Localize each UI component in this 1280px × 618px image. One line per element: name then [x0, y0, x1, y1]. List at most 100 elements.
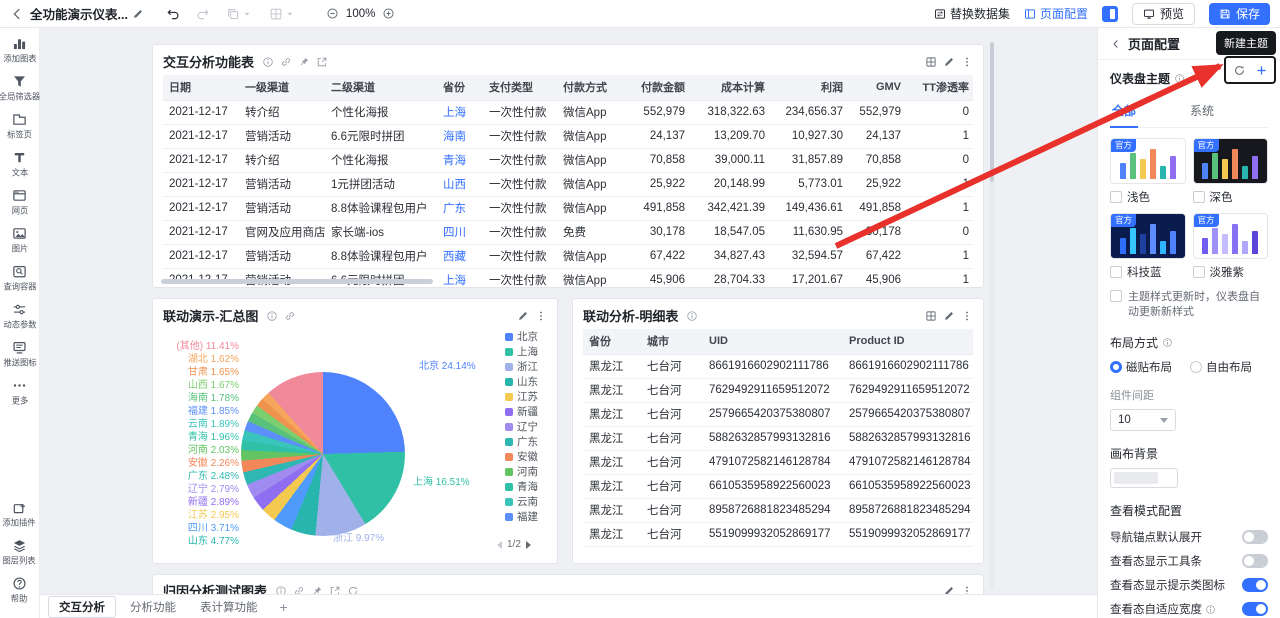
column-header[interactable]: 付款金额	[625, 75, 691, 100]
theme-card[interactable]: 官方浅色	[1110, 138, 1186, 205]
toggle-switch[interactable]	[1242, 554, 1268, 568]
chart-card-detail-table[interactable]: 联动分析-明细表 省份城市UIDProduct ID黑龙江七台河86619166…	[572, 298, 984, 564]
table-view-icon[interactable]	[925, 310, 937, 322]
sidebar-item-image[interactable]: 图片	[11, 226, 29, 255]
legend-item[interactable]: 河南	[505, 466, 538, 477]
refresh-theme-icon[interactable]	[1233, 64, 1246, 77]
tab-all[interactable]: 全部	[1110, 99, 1138, 128]
edit-chart-icon[interactable]	[943, 310, 955, 322]
replace-dataset-button[interactable]: 替换数据集	[934, 5, 1010, 22]
legend-next-icon[interactable]	[526, 541, 531, 549]
sidebar-item-layers[interactable]: 图层列表	[1, 538, 37, 567]
copy-icon[interactable]	[226, 7, 240, 21]
province-link[interactable]: 山西	[437, 172, 483, 196]
sidebar-item-web[interactable]: 网页	[11, 188, 29, 217]
legend-item[interactable]: 山东	[505, 376, 538, 387]
preview-button[interactable]: 预览	[1132, 3, 1195, 25]
save-button[interactable]: 保存	[1209, 3, 1270, 25]
tab-system[interactable]: 系统	[1188, 99, 1216, 127]
column-header[interactable]: 付款方式	[557, 75, 625, 100]
column-header[interactable]: 省份	[583, 329, 641, 354]
legend-item[interactable]: 新疆	[505, 406, 538, 417]
toggle-switch[interactable]	[1242, 578, 1268, 592]
column-header[interactable]: 二级渠道	[325, 75, 437, 100]
pie[interactable]	[241, 372, 405, 536]
link-icon[interactable]	[280, 56, 292, 68]
page-tab-3[interactable]: 表计算功能	[190, 597, 268, 617]
edit-chart-icon[interactable]	[943, 56, 955, 68]
undo-icon[interactable]	[166, 7, 180, 21]
legend-item[interactable]: 安徽	[505, 451, 538, 462]
chart-card-interactive-table[interactable]: 交互分析功能表 日期一级渠道二级渠道省份支付类型付款方式付款金额成本计算利润GM…	[152, 44, 984, 288]
sidebar-item-chart[interactable]: 添加图表	[2, 36, 38, 65]
add-theme-icon[interactable]	[1255, 64, 1268, 77]
zoom-in-icon[interactable]	[382, 7, 395, 20]
toggle-switch[interactable]	[1242, 602, 1268, 616]
legend-item[interactable]: 青海	[505, 481, 538, 492]
horizontal-scrollbar[interactable]	[161, 279, 433, 284]
province-link[interactable]: 青海	[437, 148, 483, 172]
link-icon[interactable]	[293, 585, 305, 595]
province-link[interactable]: 上海	[437, 100, 483, 124]
link-icon[interactable]	[284, 310, 296, 322]
auto-update-checkbox[interactable]	[1110, 290, 1122, 302]
province-link[interactable]: 西藏	[437, 244, 483, 268]
sidebar-item-params[interactable]: 动态参数	[2, 302, 38, 331]
column-header[interactable]: 省份	[437, 75, 483, 100]
legend-item[interactable]: 江苏	[505, 391, 538, 402]
theme-card[interactable]: 官方科技蓝	[1110, 213, 1186, 280]
column-header[interactable]: 日期	[163, 75, 239, 100]
sidebar-item-help[interactable]: 帮助	[10, 576, 28, 605]
legend-item[interactable]: 云南	[505, 496, 538, 507]
page-tab-2[interactable]: 分析功能	[120, 597, 186, 617]
edit-chart-icon[interactable]	[517, 310, 529, 322]
pin-icon[interactable]	[298, 56, 310, 68]
province-link[interactable]: 海南	[437, 124, 483, 148]
province-link[interactable]: 广东	[437, 196, 483, 220]
legend-item[interactable]: 辽宁	[505, 421, 538, 432]
refresh-icon[interactable]	[347, 585, 359, 595]
province-link[interactable]: 上海	[437, 268, 483, 287]
chart-card-attribution[interactable]: 归因分析测试图表	[152, 574, 984, 594]
column-header[interactable]: 城市	[641, 329, 703, 354]
more-icon[interactable]	[961, 56, 973, 68]
theme-card[interactable]: 官方淡雅紫	[1193, 213, 1269, 280]
radio-option[interactable]: 磁贴布局	[1110, 359, 1172, 375]
caret-down-icon[interactable]	[284, 8, 296, 20]
canvas-bg-input[interactable]	[1110, 468, 1178, 488]
page-tab-1[interactable]: 交互分析	[48, 596, 116, 618]
more-icon[interactable]	[961, 585, 973, 595]
pin-icon[interactable]	[311, 585, 323, 595]
more-icon[interactable]	[961, 310, 973, 322]
back-icon[interactable]	[10, 7, 24, 21]
column-header[interactable]: TT渗透率	[907, 75, 973, 100]
edit-title-icon[interactable]	[132, 8, 144, 20]
column-header[interactable]: GMV	[849, 75, 907, 100]
toggle-switch[interactable]	[1242, 530, 1268, 544]
table-view-icon[interactable]	[925, 56, 937, 68]
sidebar-item-text[interactable]: 文本	[11, 150, 29, 179]
more-icon[interactable]	[535, 310, 547, 322]
layout-icon[interactable]	[269, 7, 283, 21]
legend-prev-icon[interactable]	[497, 541, 502, 549]
export-icon[interactable]	[316, 56, 328, 68]
theme-checkbox[interactable]	[1110, 266, 1122, 278]
sidebar-item-funnel[interactable]: 全局筛选器	[0, 74, 42, 103]
column-header[interactable]: 一级渠道	[239, 75, 325, 100]
sidebar-item-tab[interactable]: 标签页	[6, 112, 33, 141]
panel-toggle-icon[interactable]	[1102, 6, 1118, 22]
column-header[interactable]: 利润	[771, 75, 849, 100]
column-header[interactable]: Product ID	[843, 329, 973, 354]
legend-item[interactable]: 上海	[505, 346, 538, 357]
column-header[interactable]: UID	[703, 329, 843, 354]
page-config-button[interactable]: 页面配置	[1024, 5, 1088, 22]
theme-checkbox[interactable]	[1193, 191, 1205, 203]
legend-item[interactable]: 北京	[505, 331, 538, 342]
zoom-out-icon[interactable]	[326, 7, 339, 20]
caret-down-icon[interactable]	[241, 8, 253, 20]
sidebar-item-push[interactable]: 推送图标	[2, 340, 38, 369]
radio-option[interactable]: 自由布局	[1190, 359, 1252, 375]
sidebar-item-searchbox[interactable]: 查询容器	[2, 264, 38, 293]
add-page-button[interactable]: +	[274, 599, 294, 615]
chart-card-pie[interactable]: 联动演示-汇总图 (其他) 11.41%湖北 1.62%甘肃 1.65%山西 1…	[152, 298, 558, 564]
